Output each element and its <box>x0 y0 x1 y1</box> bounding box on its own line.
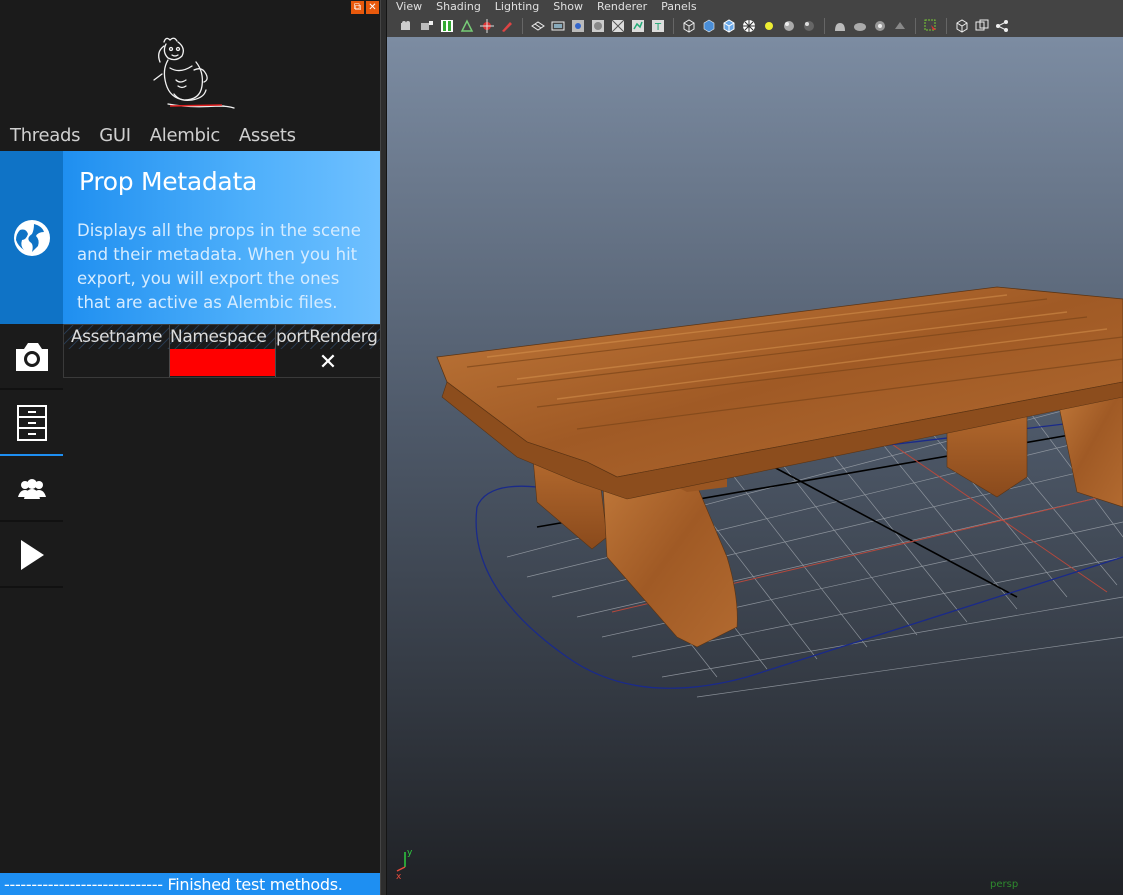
two-pane-icon[interactable] <box>974 18 990 34</box>
users-icon <box>17 479 46 499</box>
field-chart-icon[interactable] <box>610 18 626 34</box>
textured-icon[interactable] <box>741 18 757 34</box>
screen-space-ao-icon[interactable] <box>801 18 817 34</box>
xray-components-icon[interactable] <box>892 18 908 34</box>
menu-panels[interactable]: Panels <box>652 0 701 15</box>
menu-show[interactable]: Show <box>544 0 588 15</box>
side-button-play[interactable] <box>0 522 63 588</box>
2d-pan-zoom-icon[interactable] <box>479 18 495 34</box>
cabinet-icon <box>16 405 47 441</box>
xray-icon[interactable] <box>852 18 868 34</box>
column-header-namespace[interactable]: Namespace <box>170 325 275 349</box>
side-button-assets[interactable] <box>0 390 63 456</box>
menu-view[interactable]: View <box>387 0 427 15</box>
axis-y-label: y <box>407 848 413 858</box>
cell-export-checkbox[interactable]: ✕ <box>276 349 380 376</box>
toolbar-separator <box>915 18 916 34</box>
maya-viewport-panel: View Shading Lighting Show Renderer Pane… <box>387 0 1123 895</box>
toolbar-separator <box>522 18 523 34</box>
side-button-metadata[interactable] <box>0 151 63 324</box>
logo-image <box>153 37 235 109</box>
top-nav: Threads GUI Alembic Assets <box>0 124 305 148</box>
wireframe-on-shaded-icon[interactable] <box>721 18 737 34</box>
safe-title-icon[interactable]: T <box>650 18 666 34</box>
props-table: Assetname Namespace portRenderg ✕ <box>63 324 381 378</box>
cell-assetname[interactable] <box>64 349 169 376</box>
toolbar-separator <box>824 18 825 34</box>
close-window-button[interactable]: ✕ <box>366 1 379 14</box>
page-description: Displays all the props in the scene and … <box>77 221 361 312</box>
camera-select-icon[interactable] <box>399 18 415 34</box>
use-all-lights-icon[interactable] <box>761 18 777 34</box>
wireframe-icon[interactable] <box>681 18 697 34</box>
bookmark-icon[interactable] <box>439 18 455 34</box>
viewport-toolbar: T <box>387 15 1123 37</box>
viewport-menubar: View Shading Lighting Show Renderer Pane… <box>387 0 1123 15</box>
grease-pencil-icon[interactable] <box>499 18 515 34</box>
camera-icon <box>15 343 48 371</box>
column-header-assetname[interactable]: Assetname <box>64 325 169 349</box>
smooth-shade-icon[interactable] <box>701 18 717 34</box>
play-icon <box>20 540 44 570</box>
xray-joints-icon[interactable] <box>872 18 888 34</box>
menu-lighting[interactable]: Lighting <box>486 0 544 15</box>
status-bar: ----------------------------- Finished t… <box>0 873 380 895</box>
float-window-button[interactable]: ⧉ <box>351 1 364 14</box>
shadows-icon[interactable] <box>781 18 797 34</box>
nav-assets[interactable]: Assets <box>229 124 305 148</box>
globe-icon <box>13 219 50 256</box>
menu-shading[interactable]: Shading <box>427 0 486 15</box>
separator <box>0 586 63 588</box>
nav-threads[interactable]: Threads <box>0 124 89 148</box>
axis-x-label: x <box>396 872 402 882</box>
tool-panel: ⧉ ✕ Threads GUI Alembic Assets Prop Meta… <box>0 0 381 895</box>
camera-label: persp <box>990 879 1018 890</box>
menu-renderer[interactable]: Renderer <box>588 0 652 15</box>
panel-splitter[interactable] <box>380 0 387 895</box>
safe-action-icon[interactable] <box>630 18 646 34</box>
nav-gui[interactable]: GUI <box>89 124 140 148</box>
image-plane-icon[interactable] <box>459 18 475 34</box>
svg-text:T: T <box>654 22 662 33</box>
isolate-select-icon[interactable] <box>832 18 848 34</box>
side-button-camera[interactable] <box>0 324 63 390</box>
column-header-export-render[interactable]: portRenderg <box>276 325 380 349</box>
toolbar-separator <box>673 18 674 34</box>
toolbar-separator <box>946 18 947 34</box>
metadata-header: Prop Metadata Displays all the props in … <box>63 151 380 324</box>
share-node-icon[interactable] <box>994 18 1010 34</box>
select-camera-icon[interactable] <box>923 18 939 34</box>
cube-view-icon[interactable] <box>954 18 970 34</box>
gate-mask-icon[interactable] <box>590 18 606 34</box>
side-icon-bar: 0% <box>0 151 63 892</box>
cell-namespace[interactable] <box>170 349 275 376</box>
grid-icon[interactable] <box>530 18 546 34</box>
camera-attributes-icon[interactable] <box>419 18 435 34</box>
window-controls: ⧉ ✕ <box>351 1 379 14</box>
page-title: Prop Metadata <box>79 167 257 196</box>
film-gate-icon[interactable] <box>550 18 566 34</box>
side-button-users[interactable] <box>0 456 63 522</box>
resolution-gate-icon[interactable] <box>570 18 586 34</box>
nav-alembic[interactable]: Alembic <box>140 124 229 148</box>
3d-viewport[interactable]: y x persp <box>387 37 1123 895</box>
